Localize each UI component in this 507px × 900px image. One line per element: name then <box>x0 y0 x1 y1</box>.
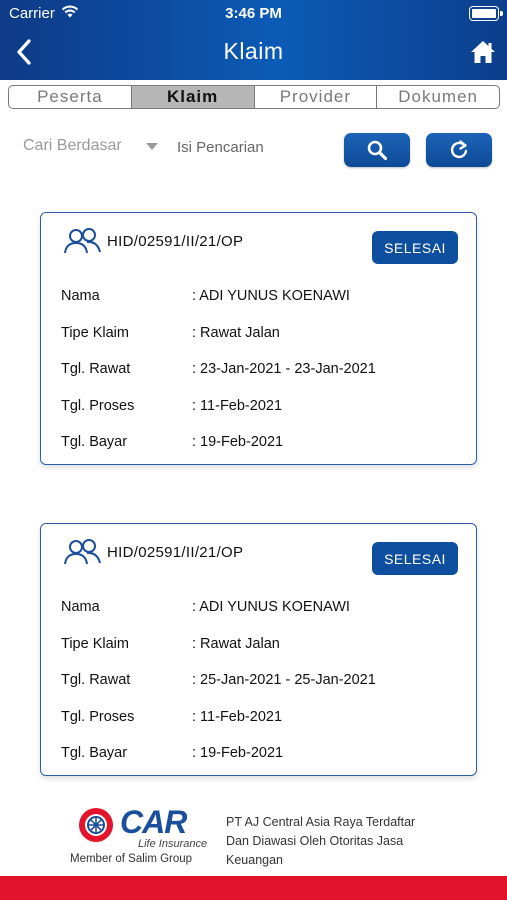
page-title: Klaim <box>223 38 284 64</box>
field-value: : 11-Feb-2021 <box>192 709 283 725</box>
car-logo-icon <box>77 806 115 844</box>
tab-dokumen[interactable]: Dokumen <box>377 86 499 108</box>
tab-peserta[interactable]: Peserta <box>9 86 132 108</box>
field-label: Nama <box>61 599 100 615</box>
nav-bar: Klaim <box>0 28 507 78</box>
users-icon <box>62 227 102 260</box>
tab-bar: Peserta Klaim Provider Dokumen <box>8 85 500 109</box>
search-row: Cari Berdasar <box>0 128 507 168</box>
field-label: Tgl. Proses <box>61 709 135 725</box>
status-bar: Carrier 3:46 PM <box>0 0 507 28</box>
field-tgl-rawat: Tgl. Rawat : 25-Jan-2021 - 25-Jan-2021 <box>61 672 461 694</box>
refresh-icon <box>450 140 468 159</box>
claim-card-header: HID/02591/II/21/OP SELESAI <box>41 213 476 273</box>
field-value: : 19-Feb-2021 <box>192 745 284 761</box>
field-label: Tipe Klaim <box>61 325 129 341</box>
field-value: : Rawat Jalan <box>192 636 280 652</box>
search-button[interactable] <box>344 133 410 167</box>
field-tipe-klaim: Tipe Klaim : Rawat Jalan <box>61 325 461 347</box>
footer-line: Dan Diawasi Oleh Otoritas Jasa <box>226 834 404 848</box>
home-icon <box>471 41 495 63</box>
field-nama: Nama : ADI YUNUS KOENAWI <box>61 288 461 310</box>
bottom-bar <box>0 876 507 900</box>
field-value: : 25-Jan-2021 - 25-Jan-2021 <box>192 672 376 688</box>
users-icon <box>62 538 102 571</box>
claim-card[interactable]: HID/02591/II/21/OP SELESAI Nama : ADI YU… <box>40 523 477 776</box>
search-icon <box>367 140 388 161</box>
field-tipe-klaim: Tipe Klaim : Rawat Jalan <box>61 636 461 658</box>
logo-subtitle: Life Insurance <box>138 838 208 850</box>
field-value: : 23-Jan-2021 - 23-Jan-2021 <box>192 361 376 377</box>
field-tgl-bayar: Tgl. Bayar : 19-Feb-2021 <box>61 434 461 456</box>
claim-card[interactable]: HID/02591/II/21/OP SELESAI Nama : ADI YU… <box>40 212 477 465</box>
search-input[interactable] <box>177 134 337 160</box>
caret-down-icon[interactable] <box>146 143 158 150</box>
field-tgl-proses: Tgl. Proses : 11-Feb-2021 <box>61 398 461 420</box>
field-value: : Rawat Jalan <box>192 325 280 341</box>
footer-line: Keuangan <box>226 853 284 867</box>
status-time: 3:46 PM <box>225 5 282 22</box>
status-badge[interactable]: SELESAI <box>372 231 458 264</box>
field-label: Tgl. Bayar <box>61 745 128 761</box>
logo-text: CAR <box>120 804 187 840</box>
field-value: : ADI YUNUS KOENAWI <box>192 288 350 304</box>
field-label: Tipe Klaim <box>61 636 129 652</box>
home-button[interactable] <box>465 34 501 70</box>
footer-line: PT AJ Central Asia Raya Terdaftar <box>226 815 416 829</box>
claim-id: HID/02591/II/21/OP <box>107 544 244 561</box>
field-value: : 19-Feb-2021 <box>192 434 284 450</box>
field-nama: Nama : ADI YUNUS KOENAWI <box>61 599 461 621</box>
field-tgl-rawat: Tgl. Rawat : 23-Jan-2021 - 23-Jan-2021 <box>61 361 461 383</box>
app-header: Carrier 3:46 PM Klaim <box>0 0 507 80</box>
claim-id: HID/02591/II/21/OP <box>107 233 244 250</box>
claim-card-header: HID/02591/II/21/OP SELESAI <box>41 524 476 584</box>
footer-disclaimer: PT AJ Central Asia Raya Terdaftar Dan Di… <box>226 813 456 870</box>
search-filter-dropdown[interactable]: Cari Berdasar <box>23 137 122 155</box>
field-label: Tgl. Bayar <box>61 434 128 450</box>
field-tgl-bayar: Tgl. Bayar : 19-Feb-2021 <box>61 745 461 767</box>
field-label: Tgl. Rawat <box>61 361 131 377</box>
status-badge[interactable]: SELESAI <box>372 542 458 575</box>
tab-provider[interactable]: Provider <box>255 86 378 108</box>
field-label: Tgl. Rawat <box>61 672 131 688</box>
footer: CAR Life Insurance Member of Salim Group… <box>0 800 507 876</box>
field-tgl-proses: Tgl. Proses : 11-Feb-2021 <box>61 709 461 731</box>
member-label: Member of Salim Group <box>70 853 193 865</box>
tab-klaim[interactable]: Klaim <box>131 86 255 108</box>
battery-icon <box>469 6 503 21</box>
field-value: : 11-Feb-2021 <box>192 398 283 414</box>
refresh-button[interactable] <box>426 133 492 167</box>
field-label: Nama <box>61 288 100 304</box>
field-value: : ADI YUNUS KOENAWI <box>192 599 350 615</box>
field-label: Tgl. Proses <box>61 398 135 414</box>
